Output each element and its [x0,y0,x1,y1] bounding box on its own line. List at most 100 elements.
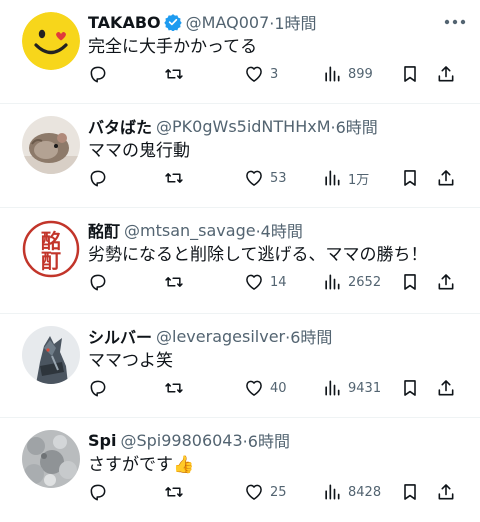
like-button[interactable]: 53 [244,162,287,194]
tweet-actions: 14 2652 [0,266,480,298]
tweet-header: TAKABO @MAQ007 ·1時間 [88,10,466,34]
handle[interactable]: @Spi99806043 [120,431,242,450]
bookmark-icon [404,380,416,396]
like-count: 53 [270,170,287,186]
retweet-icon [165,383,183,393]
share-button[interactable] [436,266,456,298]
views-button[interactable]: 899 [322,58,373,90]
like-count: 3 [270,66,279,82]
reply-feed: TAKABO @MAQ007 ·1時間 完全に大手かかってる 3 899 バタば… [0,0,480,522]
reply-icon [90,66,106,83]
reply-button[interactable] [88,58,108,90]
share-icon [438,380,454,396]
views-button[interactable]: 2652 [322,266,381,298]
heart-icon [246,66,262,82]
views-button[interactable]: 8428 [322,476,381,508]
timestamp[interactable]: ·4時間 [256,218,303,242]
tweet-actions: 53 1万 [0,162,480,194]
bookmark-icon [404,170,416,186]
retweet-button[interactable] [164,162,184,194]
tweet-text: ママの鬼行動 [88,141,190,161]
timestamp[interactable]: ·6時間 [285,324,332,348]
views-button[interactable]: 1万 [322,162,369,194]
share-icon [438,274,454,290]
share-icon [438,66,454,82]
retweet-button[interactable] [164,266,184,298]
bookmark-icon [404,66,416,82]
tweet-text: さすがです👍 [88,455,195,475]
tweet-text: 劣勢になると削除して逃げる、ママの勝ち！ [88,245,428,265]
reply-icon [90,274,106,291]
views-icon [325,170,340,186]
like-button[interactable]: 14 [244,266,287,298]
bookmark-button[interactable] [400,58,420,90]
retweet-icon [165,173,183,183]
reply-button[interactable] [88,266,108,298]
timestamp[interactable]: ·1時間 [269,10,316,34]
display-name[interactable]: Spi [88,431,116,450]
bookmark-button[interactable] [400,476,420,508]
tweet-actions: 3 899 [0,58,480,90]
reply-button[interactable] [88,162,108,194]
more-options-icon[interactable] [442,12,468,32]
reply-button[interactable] [88,476,108,508]
share-button[interactable] [436,162,456,194]
heart-icon [246,170,262,186]
handle[interactable]: @PK0gWs5idNTHHxM [156,117,331,136]
tweet-header: バタばた @PK0gWs5idNTHHxM ·6時間 [88,114,466,138]
like-button[interactable]: 40 [244,372,287,404]
display-name[interactable]: バタばた [88,114,152,138]
handle[interactable]: @mtsan_savage [124,221,256,240]
heart-icon [246,484,262,500]
like-count: 40 [270,380,287,396]
bookmark-button[interactable] [400,162,420,194]
like-count: 14 [270,274,287,290]
view-count: 1万 [348,172,370,188]
reply-icon [90,484,106,501]
verified-badge-icon [163,13,182,31]
view-count: 2652 [348,274,382,290]
retweet-icon [165,277,183,287]
share-button[interactable] [436,372,456,404]
tweet-actions: 40 9431 [0,372,480,404]
retweet-icon [165,69,183,79]
tweet[interactable]: 酩 酊 酩酊 @mtsan_savage ·4時間 劣勢になると削除して逃げる、… [0,208,480,314]
share-button[interactable] [436,476,456,508]
share-button[interactable] [436,58,456,90]
tweet[interactable]: バタばた @PK0gWs5idNTHHxM ·6時間 ママの鬼行動 53 1万 [0,104,480,208]
views-icon [325,380,340,396]
retweet-button[interactable] [164,476,184,508]
tweet-text: 完全に大手かかってる [88,37,258,57]
bookmark-button[interactable] [400,372,420,404]
retweet-icon [165,487,183,497]
display-name[interactable]: シルバー [88,324,152,348]
like-button[interactable]: 3 [244,58,278,90]
tweet[interactable]: TAKABO @MAQ007 ·1時間 完全に大手かかってる 3 899 [0,0,480,104]
tweet[interactable]: Spi @Spi99806043 ·6時間 さすがです👍 25 8428 [0,418,480,522]
timestamp[interactable]: ·6時間 [243,428,290,452]
view-count: 9431 [348,380,382,396]
tweet-header: Spi @Spi99806043 ·6時間 [88,428,466,452]
retweet-button[interactable] [164,58,184,90]
reply-icon [90,170,106,187]
tweet-actions: 25 8428 [0,476,480,508]
like-button[interactable]: 25 [244,476,287,508]
like-count: 25 [270,484,287,500]
views-button[interactable]: 9431 [322,372,381,404]
view-count: 8428 [348,484,382,500]
handle[interactable]: @leveragesilver [156,327,285,346]
timestamp[interactable]: ·6時間 [331,114,378,138]
display-name[interactable]: TAKABO [88,13,161,32]
reply-icon [90,380,106,397]
tweet[interactable]: シルバー @leveragesilver ·6時間 ママつよ笑 40 9431 [0,314,480,418]
retweet-button[interactable] [164,372,184,404]
heart-icon [246,380,262,396]
reply-button[interactable] [88,372,108,404]
heart-icon [246,274,262,290]
handle[interactable]: @MAQ007 [186,13,270,32]
bookmark-button[interactable] [400,266,420,298]
tweet-text: ママつよ笑 [88,351,173,371]
views-icon [325,274,340,290]
display-name[interactable]: 酩酊 [88,218,120,242]
tweet-header: 酩酊 @mtsan_savage ·4時間 [88,218,466,242]
